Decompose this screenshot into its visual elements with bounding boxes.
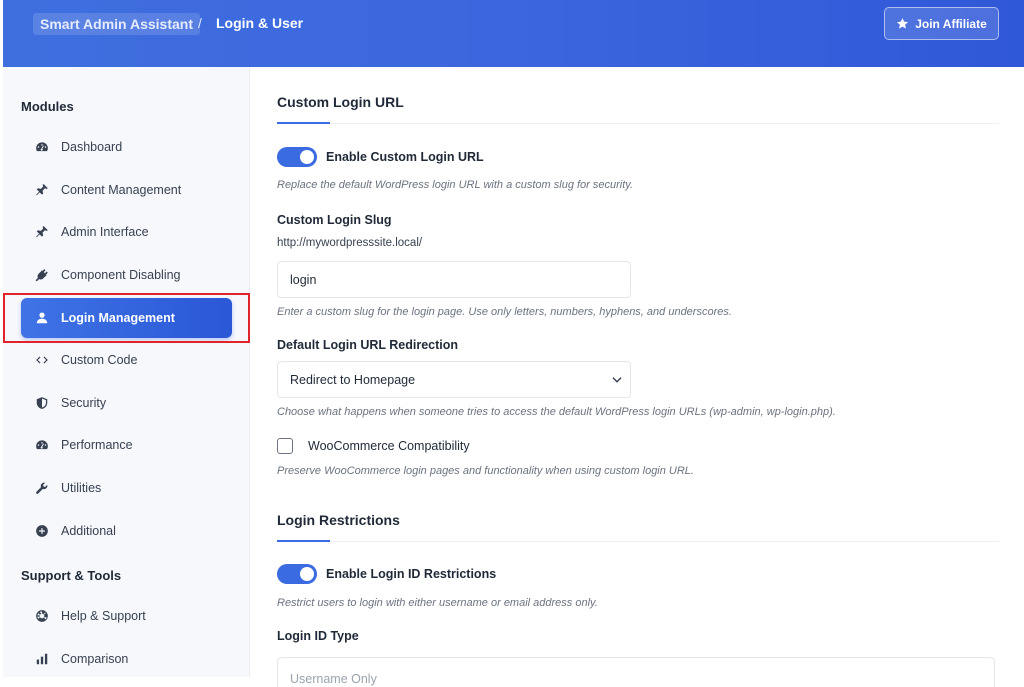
login-id-type-label: Login ID Type bbox=[277, 629, 359, 643]
sidebar-item-label: Additional bbox=[61, 524, 116, 538]
section-accent bbox=[277, 540, 330, 542]
sidebar-item-label: Security bbox=[61, 396, 107, 410]
section-accent bbox=[277, 122, 330, 124]
breadcrumb-brand[interactable]: Smart Admin Assistant bbox=[33, 13, 200, 35]
pin-icon bbox=[35, 225, 49, 239]
sidebar: Modules Dashboard Content Management Adm… bbox=[3, 67, 250, 677]
enable-login-id-desc: Restrict users to login with either user… bbox=[277, 597, 598, 609]
code-icon bbox=[35, 353, 49, 367]
redirect-desc: Choose what happens when someone tries t… bbox=[277, 406, 836, 418]
breadcrumb-separator: / bbox=[198, 15, 202, 31]
enable-login-id-toggle[interactable] bbox=[277, 564, 317, 584]
star-icon bbox=[897, 18, 909, 29]
sidebar-item-label: Utilities bbox=[61, 481, 102, 495]
join-affiliate-button[interactable]: Join Affiliate bbox=[884, 7, 999, 40]
slug-desc: Enter a custom slug for the login page. … bbox=[277, 306, 732, 318]
sidebar-item-label: Component Disabling bbox=[61, 268, 181, 282]
sidebar-item-label: Admin Interface bbox=[61, 225, 149, 239]
breadcrumb-current: Login & User bbox=[216, 15, 304, 31]
plug-icon bbox=[35, 268, 49, 282]
woocommerce-checkbox[interactable] bbox=[277, 438, 293, 454]
enable-custom-login-label: Enable Custom Login URL bbox=[326, 150, 484, 164]
lifebuoy-icon bbox=[35, 609, 49, 623]
enable-custom-login-desc: Replace the default WordPress login URL … bbox=[277, 179, 634, 191]
section-divider bbox=[277, 123, 999, 124]
gauge-icon bbox=[35, 438, 49, 452]
modules-heading: Modules bbox=[21, 99, 74, 114]
enable-login-id-label: Enable Login ID Restrictions bbox=[326, 567, 497, 581]
woocommerce-label: WooCommerce Compatibility bbox=[308, 439, 470, 453]
sidebar-item-comparison[interactable]: Comparison bbox=[21, 639, 232, 679]
enable-custom-login-toggle[interactable] bbox=[277, 147, 317, 167]
sidebar-item-label: Performance bbox=[61, 438, 133, 452]
chevron-down-icon bbox=[612, 377, 622, 383]
sidebar-item-security[interactable]: Security bbox=[21, 383, 232, 423]
sidebar-item-label: Comparison bbox=[61, 652, 129, 666]
login-restrictions-heading: Login Restrictions bbox=[277, 512, 400, 528]
sidebar-item-label: Content Management bbox=[61, 183, 182, 197]
redirect-value: Redirect to Homepage bbox=[290, 372, 416, 387]
sidebar-item-component-disabling[interactable]: Component Disabling bbox=[21, 255, 232, 295]
redirect-select[interactable]: Redirect to Homepage bbox=[277, 361, 631, 398]
join-affiliate-label: Join Affiliate bbox=[915, 16, 987, 31]
sidebar-item-additional[interactable]: Additional bbox=[21, 511, 232, 551]
login-id-type-select[interactable]: Username Only bbox=[277, 657, 995, 687]
custom-login-url-heading: Custom Login URL bbox=[277, 94, 404, 110]
sidebar-item-performance[interactable]: Performance bbox=[21, 425, 232, 465]
section-divider bbox=[277, 541, 999, 542]
support-tools-heading: Support & Tools bbox=[21, 568, 122, 583]
slug-value: login bbox=[290, 272, 317, 287]
custom-login-slug-input[interactable]: login bbox=[277, 261, 631, 298]
sidebar-item-content-management[interactable]: Content Management bbox=[21, 170, 232, 210]
sidebar-item-dashboard[interactable]: Dashboard bbox=[21, 127, 232, 167]
sidebar-item-utilities[interactable]: Utilities bbox=[21, 468, 232, 508]
plus-circle-icon bbox=[35, 524, 49, 538]
bar-chart-icon bbox=[35, 652, 49, 666]
pin-icon bbox=[35, 183, 49, 197]
sidebar-item-label: Help & Support bbox=[61, 609, 146, 623]
woocommerce-desc: Preserve WooCommerce login pages and fun… bbox=[277, 465, 694, 477]
wrench-icon bbox=[35, 481, 49, 495]
sidebar-item-label: Custom Code bbox=[61, 353, 138, 367]
sidebar-item-admin-interface[interactable]: Admin Interface bbox=[21, 212, 232, 252]
sidebar-item-label: Dashboard bbox=[61, 140, 123, 154]
shield-icon bbox=[35, 396, 49, 410]
base-url-text: http://mywordpresssite.local/ bbox=[277, 237, 423, 249]
custom-login-slug-label: Custom Login Slug bbox=[277, 213, 392, 227]
sidebar-item-help-support[interactable]: Help & Support bbox=[21, 596, 232, 636]
top-header: Smart Admin Assistant / Login & User Joi… bbox=[3, 0, 1024, 67]
active-item-highlight bbox=[3, 293, 250, 343]
gauge-icon bbox=[35, 140, 49, 154]
login-id-type-value: Username Only bbox=[290, 672, 377, 686]
sidebar-item-custom-code[interactable]: Custom Code bbox=[21, 340, 232, 380]
redirect-label: Default Login URL Redirection bbox=[277, 338, 459, 352]
